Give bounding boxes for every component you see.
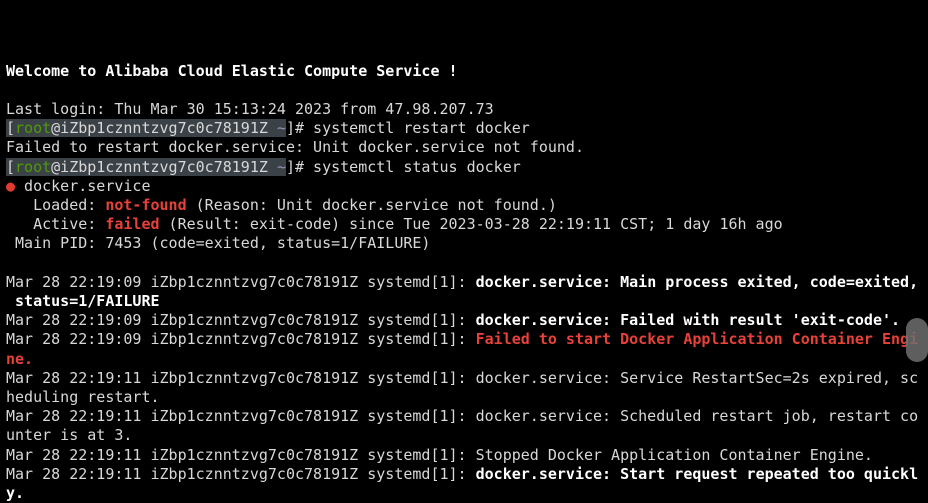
segment-active-line-2: (Result: exit-code) since Tue 2023-03-28… — [159, 215, 783, 234]
terminal-screen[interactable]: Welcome to Alibaba Cloud Elastic Compute… — [0, 0, 928, 503]
segment-mainpid-line-0: Main PID: 7453 (code=exited, status=1/FA… — [6, 234, 431, 253]
terminal-line-last-login: Last login: Thu Mar 30 15:13:24 2023 fro… — [6, 100, 928, 119]
segment-log-7-wrap-0: y. — [6, 484, 25, 503]
terminal-line-loaded-line: Loaded: not-found (Reason: Unit docker.s… — [6, 196, 928, 215]
segment-log-4-wrap-0: heduling restart. — [6, 388, 160, 407]
segment-active-line-0: Active: — [6, 215, 106, 234]
segment-active-line-1: failed — [105, 215, 160, 234]
prompt-close: ]# — [285, 157, 305, 176]
segment-log-3-wrap-0: ne. — [6, 349, 34, 368]
prompt-open-bracket: [ — [6, 119, 16, 138]
terminal-line-mainpid-line: Main PID: 7453 (code=exited, status=1/FA… — [6, 234, 928, 253]
segment-log-1-1: docker.service: Main process exited, cod… — [475, 272, 919, 291]
service-status-bullet-icon: ● — [6, 176, 16, 195]
prompt-close: ]# — [285, 119, 305, 138]
segment-log-5-0: Mar 28 22:19:11 iZbp1cznntzvg7c0c78191Z … — [6, 407, 919, 426]
segment-unit-header-0: docker.service — [15, 176, 151, 195]
segment-log-3-0: Mar 28 22:19:09 iZbp1cznntzvg7c0c78191Z … — [6, 330, 476, 349]
segment-welcome-0: Welcome to Alibaba Cloud Elastic Compute… — [6, 61, 458, 80]
prompt-host: @iZbp1cznntzvg7c0c78191Z — [51, 119, 277, 138]
segment-last-login-0: Last login: Thu Mar 30 15:13:24 2023 fro… — [6, 100, 494, 118]
prompt-command: systemctl status docker — [304, 157, 521, 176]
terminal-line-restart-error: Failed to restart docker.service: Unit d… — [6, 138, 928, 157]
terminal-line-log-5: Mar 28 22:19:11 iZbp1cznntzvg7c0c78191Z … — [6, 407, 928, 426]
terminal-line-log-2: Mar 28 22:19:09 iZbp1cznntzvg7c0c78191Z … — [6, 311, 928, 330]
terminal-line-log-3: Mar 28 22:19:09 iZbp1cznntzvg7c0c78191Z … — [6, 330, 928, 349]
segment-log-7-1: docker.service: Start request repeated t… — [475, 464, 919, 483]
scrollbar-thumb[interactable] — [906, 318, 928, 362]
terminal-line-log-4-wrap: heduling restart. — [6, 388, 928, 407]
terminal-line-log-3-wrap: ne. — [6, 350, 928, 369]
prompt-cwd: ~ — [276, 119, 286, 138]
prompt-highlight: [root@iZbp1cznntzvg7c0c78191Z ~ — [6, 119, 286, 138]
segment-loaded-line-1: not-found — [105, 196, 187, 215]
terminal-line-blank-2 — [6, 254, 928, 273]
prompt-user: root — [15, 157, 52, 176]
terminal-line-log-7-wrap: y. — [6, 484, 928, 503]
terminal-line-blank-1 — [6, 81, 928, 100]
terminal-prompt-line-cmd-status: [root@iZbp1cznntzvg7c0c78191Z ~]# system… — [6, 157, 928, 177]
segment-loaded-line-2: (Reason: Unit docker.service not found.) — [186, 196, 557, 215]
terminal-line-log-5-wrap: unter is at 3. — [6, 426, 928, 445]
terminal-line-log-7: Mar 28 22:19:11 iZbp1cznntzvg7c0c78191Z … — [6, 465, 928, 484]
prompt-open-bracket: [ — [6, 157, 16, 176]
segment-log-1-0: Mar 28 22:19:09 iZbp1cznntzvg7c0c78191Z … — [6, 272, 476, 291]
segment-log-2-1: docker.service: Failed with result 'exit… — [475, 311, 901, 330]
segment-log-4-0: Mar 28 22:19:11 iZbp1cznntzvg7c0c78191Z … — [6, 368, 919, 387]
terminal-line-log-6: Mar 28 22:19:11 iZbp1cznntzvg7c0c78191Z … — [6, 446, 928, 465]
prompt-cwd: ~ — [276, 157, 286, 176]
segment-log-7-0: Mar 28 22:19:11 iZbp1cznntzvg7c0c78191Z … — [6, 464, 476, 483]
terminal-line-log-4: Mar 28 22:19:11 iZbp1cznntzvg7c0c78191Z … — [6, 369, 928, 388]
prompt-command: systemctl restart docker — [304, 119, 530, 138]
terminal-output: Welcome to Alibaba Cloud Elastic Compute… — [6, 62, 928, 503]
terminal-line-unit-header: ● docker.service — [6, 177, 928, 196]
segment-restart-error-0: Failed to restart docker.service: Unit d… — [6, 138, 584, 157]
prompt-highlight: [root@iZbp1cznntzvg7c0c78191Z ~ — [6, 157, 286, 176]
terminal-line-welcome: Welcome to Alibaba Cloud Elastic Compute… — [6, 62, 928, 81]
segment-log-3-1: Failed to start Docker Application Conta… — [475, 330, 919, 349]
prompt-host: @iZbp1cznntzvg7c0c78191Z — [51, 157, 277, 176]
segment-log-5-wrap-0: unter is at 3. — [6, 426, 133, 445]
terminal-line-log-1: Mar 28 22:19:09 iZbp1cznntzvg7c0c78191Z … — [6, 273, 928, 292]
prompt-user: root — [15, 119, 52, 138]
terminal-line-log-1-wrap: status=1/FAILURE — [6, 292, 928, 311]
terminal-prompt-line-cmd-restart: [root@iZbp1cznntzvg7c0c78191Z ~]# system… — [6, 119, 928, 138]
segment-log-6-0: Mar 28 22:19:11 iZbp1cznntzvg7c0c78191Z … — [6, 445, 873, 464]
segment-log-2-0: Mar 28 22:19:09 iZbp1cznntzvg7c0c78191Z … — [6, 311, 476, 330]
segment-loaded-line-0: Loaded: — [6, 196, 106, 215]
terminal-line-active-line: Active: failed (Result: exit-code) since… — [6, 215, 928, 234]
segment-log-1-wrap-0: status=1/FAILURE — [6, 292, 160, 311]
